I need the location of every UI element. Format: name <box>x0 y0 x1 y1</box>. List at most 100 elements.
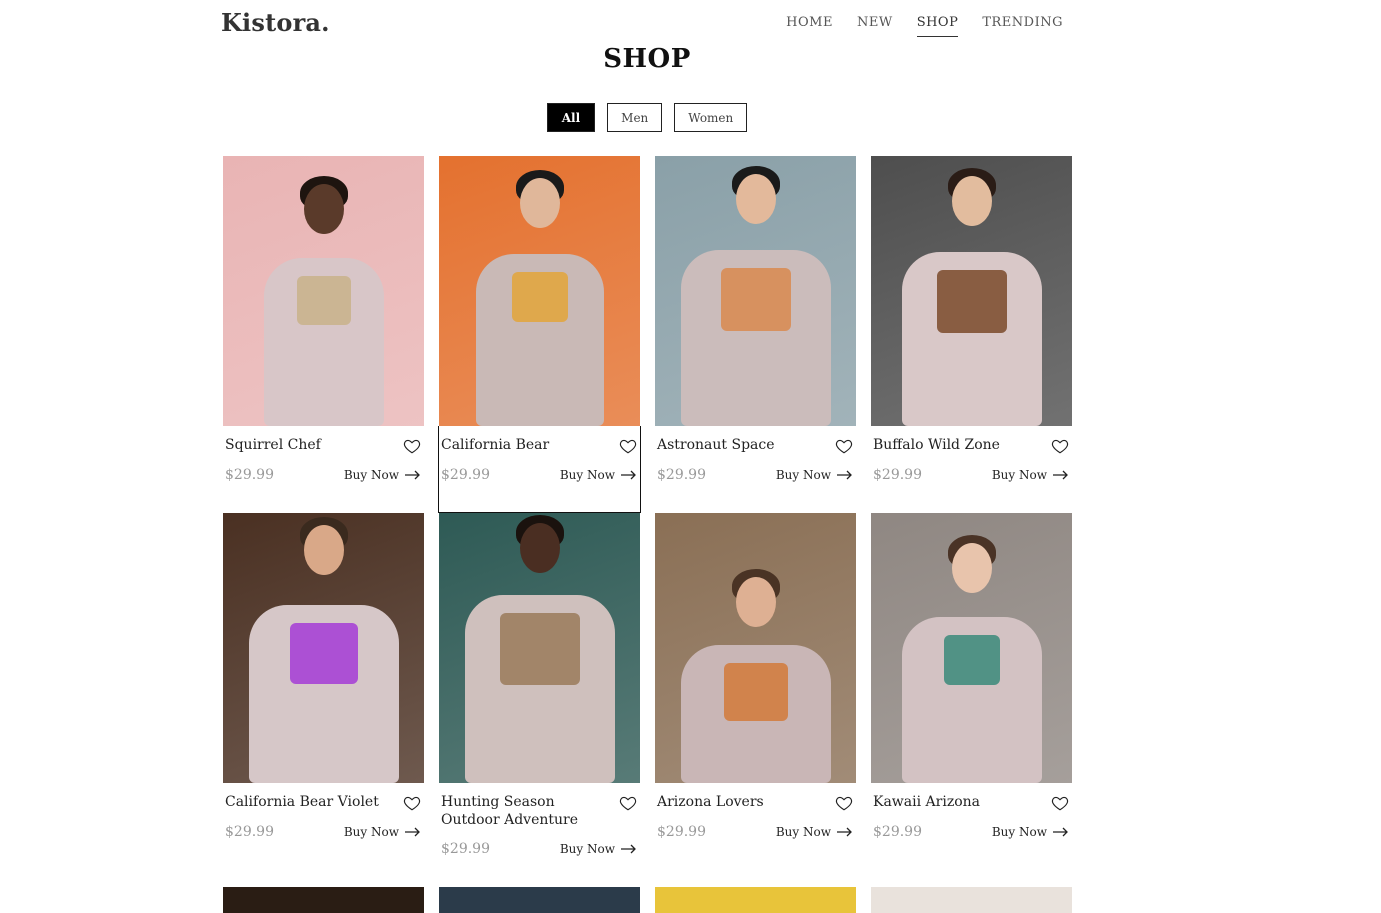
face-shape <box>735 577 776 627</box>
product-image-partial[interactable] <box>655 887 856 913</box>
product-image-partial[interactable] <box>871 887 1072 913</box>
heart-icon[interactable] <box>835 794 853 812</box>
shirt-print <box>723 663 788 721</box>
buy-now-link[interactable]: Buy Now <box>776 825 853 839</box>
product-name[interactable]: Squirrel Chef <box>225 436 321 454</box>
product-info: Buffalo Wild Zone $29.99 Buy Now <box>871 426 1072 513</box>
shirt-print <box>289 623 358 684</box>
product-image[interactable] <box>223 513 424 783</box>
filter-men-button[interactable]: Men <box>607 103 663 132</box>
product-info: Squirrel Chef $29.99 Buy Now <box>223 426 424 513</box>
product-info: Hunting Season Outdoor Adventure $29.99 … <box>439 783 640 888</box>
product-price: $29.99 <box>441 467 490 483</box>
product-info: California Bear Violet $29.99 Buy Now <box>223 783 424 888</box>
shirt-print <box>511 272 568 322</box>
shirt-print <box>720 268 791 331</box>
product-image[interactable] <box>871 513 1072 783</box>
buy-now-link[interactable]: Buy Now <box>992 825 1069 839</box>
heart-icon[interactable] <box>835 437 853 455</box>
product-image-partial[interactable] <box>439 887 640 913</box>
site-logo[interactable]: Kistora. <box>221 8 330 37</box>
product-card[interactable]: Hunting Season Outdoor Adventure $29.99 … <box>439 513 640 888</box>
arrow-right-icon <box>1053 470 1068 480</box>
product-price: $29.99 <box>441 841 490 857</box>
product-image[interactable] <box>439 156 640 426</box>
heart-icon[interactable] <box>403 437 421 455</box>
product-info: California Bear $29.99 Buy Now <box>438 426 641 513</box>
filter-women-button[interactable]: Women <box>674 103 748 132</box>
arrow-right-icon <box>405 827 420 837</box>
buy-now-label: Buy Now <box>559 842 615 856</box>
product-price: $29.99 <box>873 824 922 840</box>
buy-now-link[interactable]: Buy Now <box>344 825 421 839</box>
arrow-right-icon <box>1053 827 1068 837</box>
shirt-print <box>296 276 351 325</box>
buy-now-link[interactable]: Buy Now <box>992 468 1069 482</box>
product-price: $29.99 <box>657 824 706 840</box>
buy-now-label: Buy Now <box>343 825 399 839</box>
product-name[interactable]: Kawaii Arizona <box>873 793 980 811</box>
category-filters: All Men Women <box>0 103 1294 132</box>
product-name[interactable]: Astronaut Space <box>657 436 775 454</box>
product-card[interactable]: Kawaii Arizona $29.99 Buy Now <box>871 513 1072 888</box>
buy-now-link[interactable]: Buy Now <box>344 468 421 482</box>
product-image[interactable] <box>439 513 640 783</box>
product-info: Arizona Lovers $29.99 Buy Now <box>655 783 856 888</box>
main-nav: HOME NEW SHOP TRENDING <box>786 15 1063 37</box>
product-card[interactable]: Squirrel Chef $29.99 Buy Now <box>223 156 424 513</box>
product-image[interactable] <box>655 156 856 426</box>
buy-now-label: Buy Now <box>991 825 1047 839</box>
buy-now-label: Buy Now <box>775 468 831 482</box>
shirt-print <box>936 270 1007 333</box>
product-card[interactable]: California Bear $29.99 Buy Now <box>438 156 641 513</box>
product-card[interactable]: Arizona Lovers $29.99 Buy Now <box>655 513 856 888</box>
product-name[interactable]: Hunting Season Outdoor Adventure <box>441 793 616 829</box>
product-card[interactable]: Astronaut Space $29.99 Buy Now <box>655 156 856 513</box>
buy-now-label: Buy Now <box>343 468 399 482</box>
buy-now-link[interactable]: Buy Now <box>776 468 853 482</box>
face-shape <box>303 525 344 575</box>
product-image[interactable] <box>871 156 1072 426</box>
buy-now-label: Buy Now <box>775 825 831 839</box>
face-shape <box>735 174 776 224</box>
heart-icon[interactable] <box>619 794 637 812</box>
shirt-print <box>499 613 580 685</box>
product-info: Kawaii Arizona $29.99 Buy Now <box>871 783 1072 888</box>
face-shape <box>519 178 560 228</box>
arrow-right-icon <box>621 844 636 854</box>
buy-now-link[interactable]: Buy Now <box>560 468 637 482</box>
product-name[interactable]: Buffalo Wild Zone <box>873 436 1000 454</box>
face-shape <box>519 523 560 573</box>
nav-new[interactable]: NEW <box>857 15 893 37</box>
nav-shop[interactable]: SHOP <box>916 15 959 37</box>
product-price: $29.99 <box>657 467 706 483</box>
heart-icon[interactable] <box>619 437 637 455</box>
product-info: Astronaut Space $29.99 Buy Now <box>655 426 856 513</box>
heart-icon[interactable] <box>403 794 421 812</box>
product-card[interactable]: Buffalo Wild Zone $29.99 Buy Now <box>871 156 1072 513</box>
nav-trending[interactable]: TRENDING <box>982 15 1063 37</box>
page-title: SHOP <box>603 44 691 74</box>
product-image[interactable] <box>655 513 856 783</box>
product-grid: Squirrel Chef $29.99 Buy Now California … <box>223 156 1072 888</box>
product-name[interactable]: Arizona Lovers <box>657 793 764 811</box>
arrow-right-icon <box>621 470 636 480</box>
product-price: $29.99 <box>873 467 922 483</box>
product-card[interactable]: California Bear Violet $29.99 Buy Now <box>223 513 424 888</box>
face-shape <box>951 543 992 593</box>
heart-icon[interactable] <box>1051 794 1069 812</box>
product-image[interactable] <box>223 156 424 426</box>
site-header: Kistora. HOME NEW SHOP TRENDING <box>0 0 1381 48</box>
product-image-partial[interactable] <box>223 887 424 913</box>
arrow-right-icon <box>837 470 852 480</box>
arrow-right-icon <box>405 470 420 480</box>
product-name[interactable]: California Bear Violet <box>225 793 379 811</box>
buy-now-label: Buy Now <box>991 468 1047 482</box>
product-price: $29.99 <box>225 824 274 840</box>
heart-icon[interactable] <box>1051 437 1069 455</box>
nav-home[interactable]: HOME <box>786 15 833 37</box>
product-name[interactable]: California Bear <box>441 436 549 454</box>
buy-now-link[interactable]: Buy Now <box>560 842 637 856</box>
arrow-right-icon <box>837 827 852 837</box>
filter-all-button[interactable]: All <box>546 103 596 132</box>
